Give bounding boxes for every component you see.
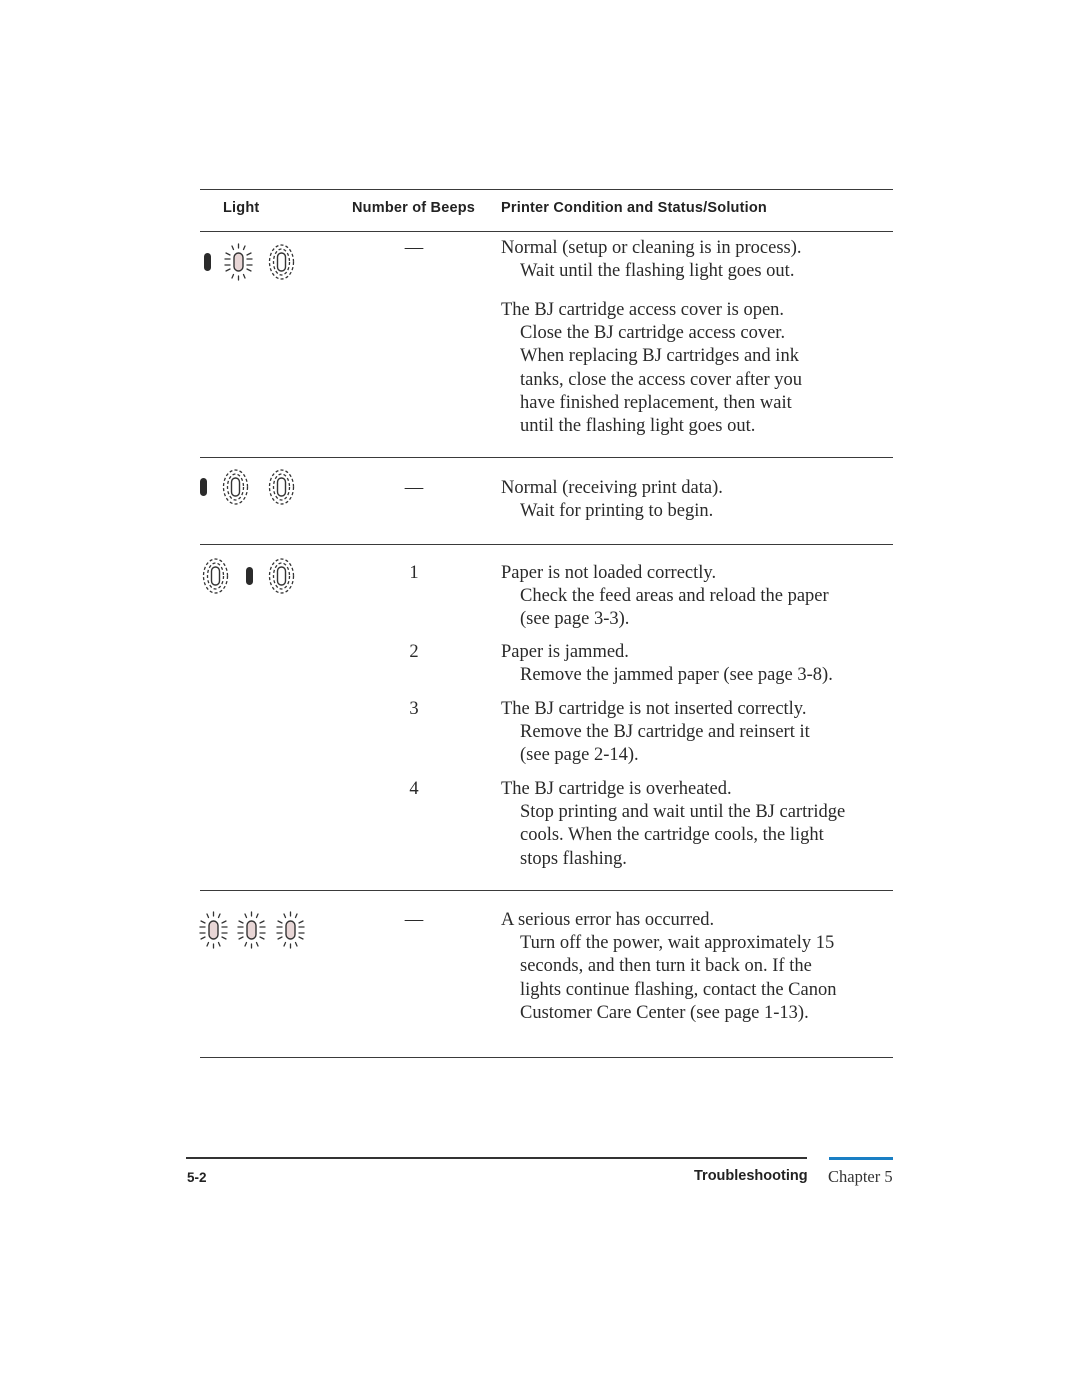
row-divider bbox=[200, 457, 893, 458]
beep-count: — bbox=[404, 478, 424, 498]
lamp-off-icon bbox=[262, 556, 302, 596]
status-entry: The BJ cartridge is not inserted correct… bbox=[501, 698, 891, 768]
lamp-flashing-icon bbox=[271, 910, 311, 950]
solution-line: Check the feed areas and reload the pape… bbox=[520, 586, 829, 607]
condition-text: The BJ cartridge is not inserted correct… bbox=[501, 699, 807, 719]
header-condition: Printer Condition and Status/Solution bbox=[501, 200, 767, 216]
condition-text: Normal (setup or cleaning is in process)… bbox=[501, 238, 802, 258]
row-divider bbox=[200, 890, 893, 891]
status-entry: The BJ cartridge access cover is open. C… bbox=[501, 299, 891, 438]
beep-count: — bbox=[404, 910, 424, 930]
solution-line: When replacing BJ cartridges and ink bbox=[520, 346, 799, 367]
beep-count: 3 bbox=[409, 699, 419, 719]
condition-text: A serious error has occurred. bbox=[501, 910, 715, 930]
condition-text: Paper is jammed. bbox=[501, 642, 629, 662]
light-pattern-row-4 bbox=[200, 910, 320, 950]
solution-line: lights continue flashing, contact the Ca… bbox=[520, 979, 837, 1000]
manual-page: Light Number of Beeps Printer Condition … bbox=[0, 0, 1080, 1397]
lamp-flashing-icon bbox=[232, 910, 272, 950]
lamp-off-icon bbox=[216, 467, 256, 507]
footer-accent-bar bbox=[829, 1157, 893, 1160]
table-top-rule bbox=[200, 189, 893, 190]
solution-line: (see page 3-3). bbox=[520, 609, 630, 630]
status-entry: A serious error has occurred. Turn off t… bbox=[501, 909, 891, 1025]
footer-rule bbox=[186, 1157, 807, 1159]
status-entry: Paper is jammed. Remove the jammed paper… bbox=[501, 641, 891, 687]
header-beeps: Number of Beeps bbox=[352, 200, 476, 216]
solution-line: stops flashing. bbox=[520, 848, 627, 869]
beep-count: 4 bbox=[409, 779, 419, 799]
solution-line: (see page 2-14). bbox=[520, 745, 639, 766]
solution-line: Customer Care Center (see page 1-13). bbox=[520, 1002, 809, 1023]
solution-line: Remove the jammed paper (see page 3-8). bbox=[520, 665, 833, 686]
solution-line: Stop printing and wait until the BJ cart… bbox=[520, 802, 846, 823]
condition-text: Paper is not loaded correctly. bbox=[501, 563, 717, 583]
status-entry: Normal (setup or cleaning is in process)… bbox=[501, 237, 891, 283]
table-bottom-rule bbox=[200, 1057, 893, 1058]
page-number: 5-2 bbox=[187, 1170, 207, 1185]
condition-text: Normal (receiving print data). bbox=[501, 478, 723, 498]
condition-text: The BJ cartridge is overheated. bbox=[501, 779, 732, 799]
header-light: Light bbox=[223, 200, 260, 216]
section-title: Troubleshooting bbox=[694, 1168, 808, 1184]
lamp-flashing-icon bbox=[194, 910, 234, 950]
solution-line: Wait until the flashing light goes out. bbox=[520, 261, 795, 282]
solution-line: Close the BJ cartridge access cover. bbox=[520, 323, 786, 344]
chapter-label: Chapter 5 bbox=[828, 1167, 893, 1186]
solution-line: seconds, and then turn it back on. If th… bbox=[520, 956, 812, 977]
header-rule bbox=[200, 231, 893, 232]
solution-line: have finished replacement, then wait bbox=[520, 392, 792, 413]
status-entry: Normal (receiving print data). Wait for … bbox=[501, 477, 891, 523]
solution-line: until the flashing light goes out. bbox=[520, 416, 756, 437]
solution-line: Turn off the power, wait approximately 1… bbox=[520, 933, 835, 954]
condition-text: The BJ cartridge access cover is open. bbox=[501, 300, 785, 320]
status-entry: The BJ cartridge is overheated. Stop pri… bbox=[501, 778, 891, 871]
solution-line: tanks, close the access cover after you bbox=[520, 369, 802, 390]
light-pattern-row-2 bbox=[200, 467, 310, 507]
row-divider bbox=[200, 544, 893, 545]
beep-count: — bbox=[404, 238, 424, 258]
light-pattern-row-1 bbox=[200, 242, 310, 282]
light-pattern-row-3 bbox=[200, 556, 310, 596]
lamp-off-icon bbox=[262, 242, 302, 282]
solution-line: Wait for printing to begin. bbox=[520, 501, 714, 522]
status-entry: Paper is not loaded correctly. Check the… bbox=[501, 562, 891, 632]
beep-count: 2 bbox=[409, 642, 419, 662]
lamp-off-icon bbox=[196, 556, 236, 596]
lamp-flashing-icon bbox=[219, 242, 259, 282]
solution-line: cools. When the cartridge cools, the lig… bbox=[520, 825, 824, 846]
lamp-off-icon bbox=[262, 467, 302, 507]
solution-line: Remove the BJ cartridge and reinsert it bbox=[520, 722, 810, 743]
beep-count: 1 bbox=[409, 563, 419, 583]
